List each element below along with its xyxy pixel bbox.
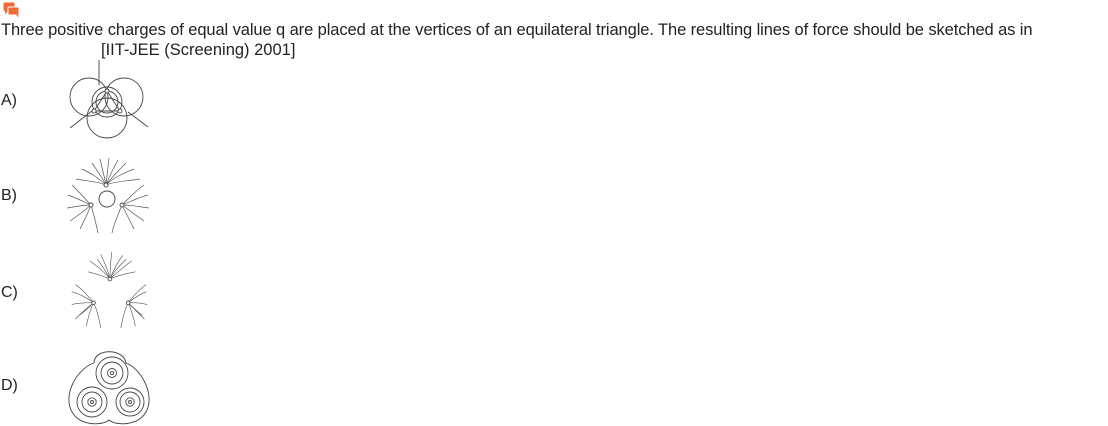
option-a-label[interactable]: A) (1, 91, 17, 111)
chat-bubble-icon (3, 2, 20, 18)
option-b-label[interactable]: B) (1, 186, 17, 206)
option-d-label[interactable]: D) (1, 376, 18, 396)
question-source: [IIT-JEE (Screening) 2001] (101, 41, 296, 59)
option-a-figure[interactable] (64, 60, 154, 140)
option-b-figure[interactable] (64, 155, 154, 235)
question-text: Three positive charges of equal value q … (1, 21, 1033, 39)
option-c-figure[interactable] (64, 250, 154, 330)
option-d-figure[interactable] (64, 346, 154, 426)
option-c-label[interactable]: C) (1, 283, 18, 303)
